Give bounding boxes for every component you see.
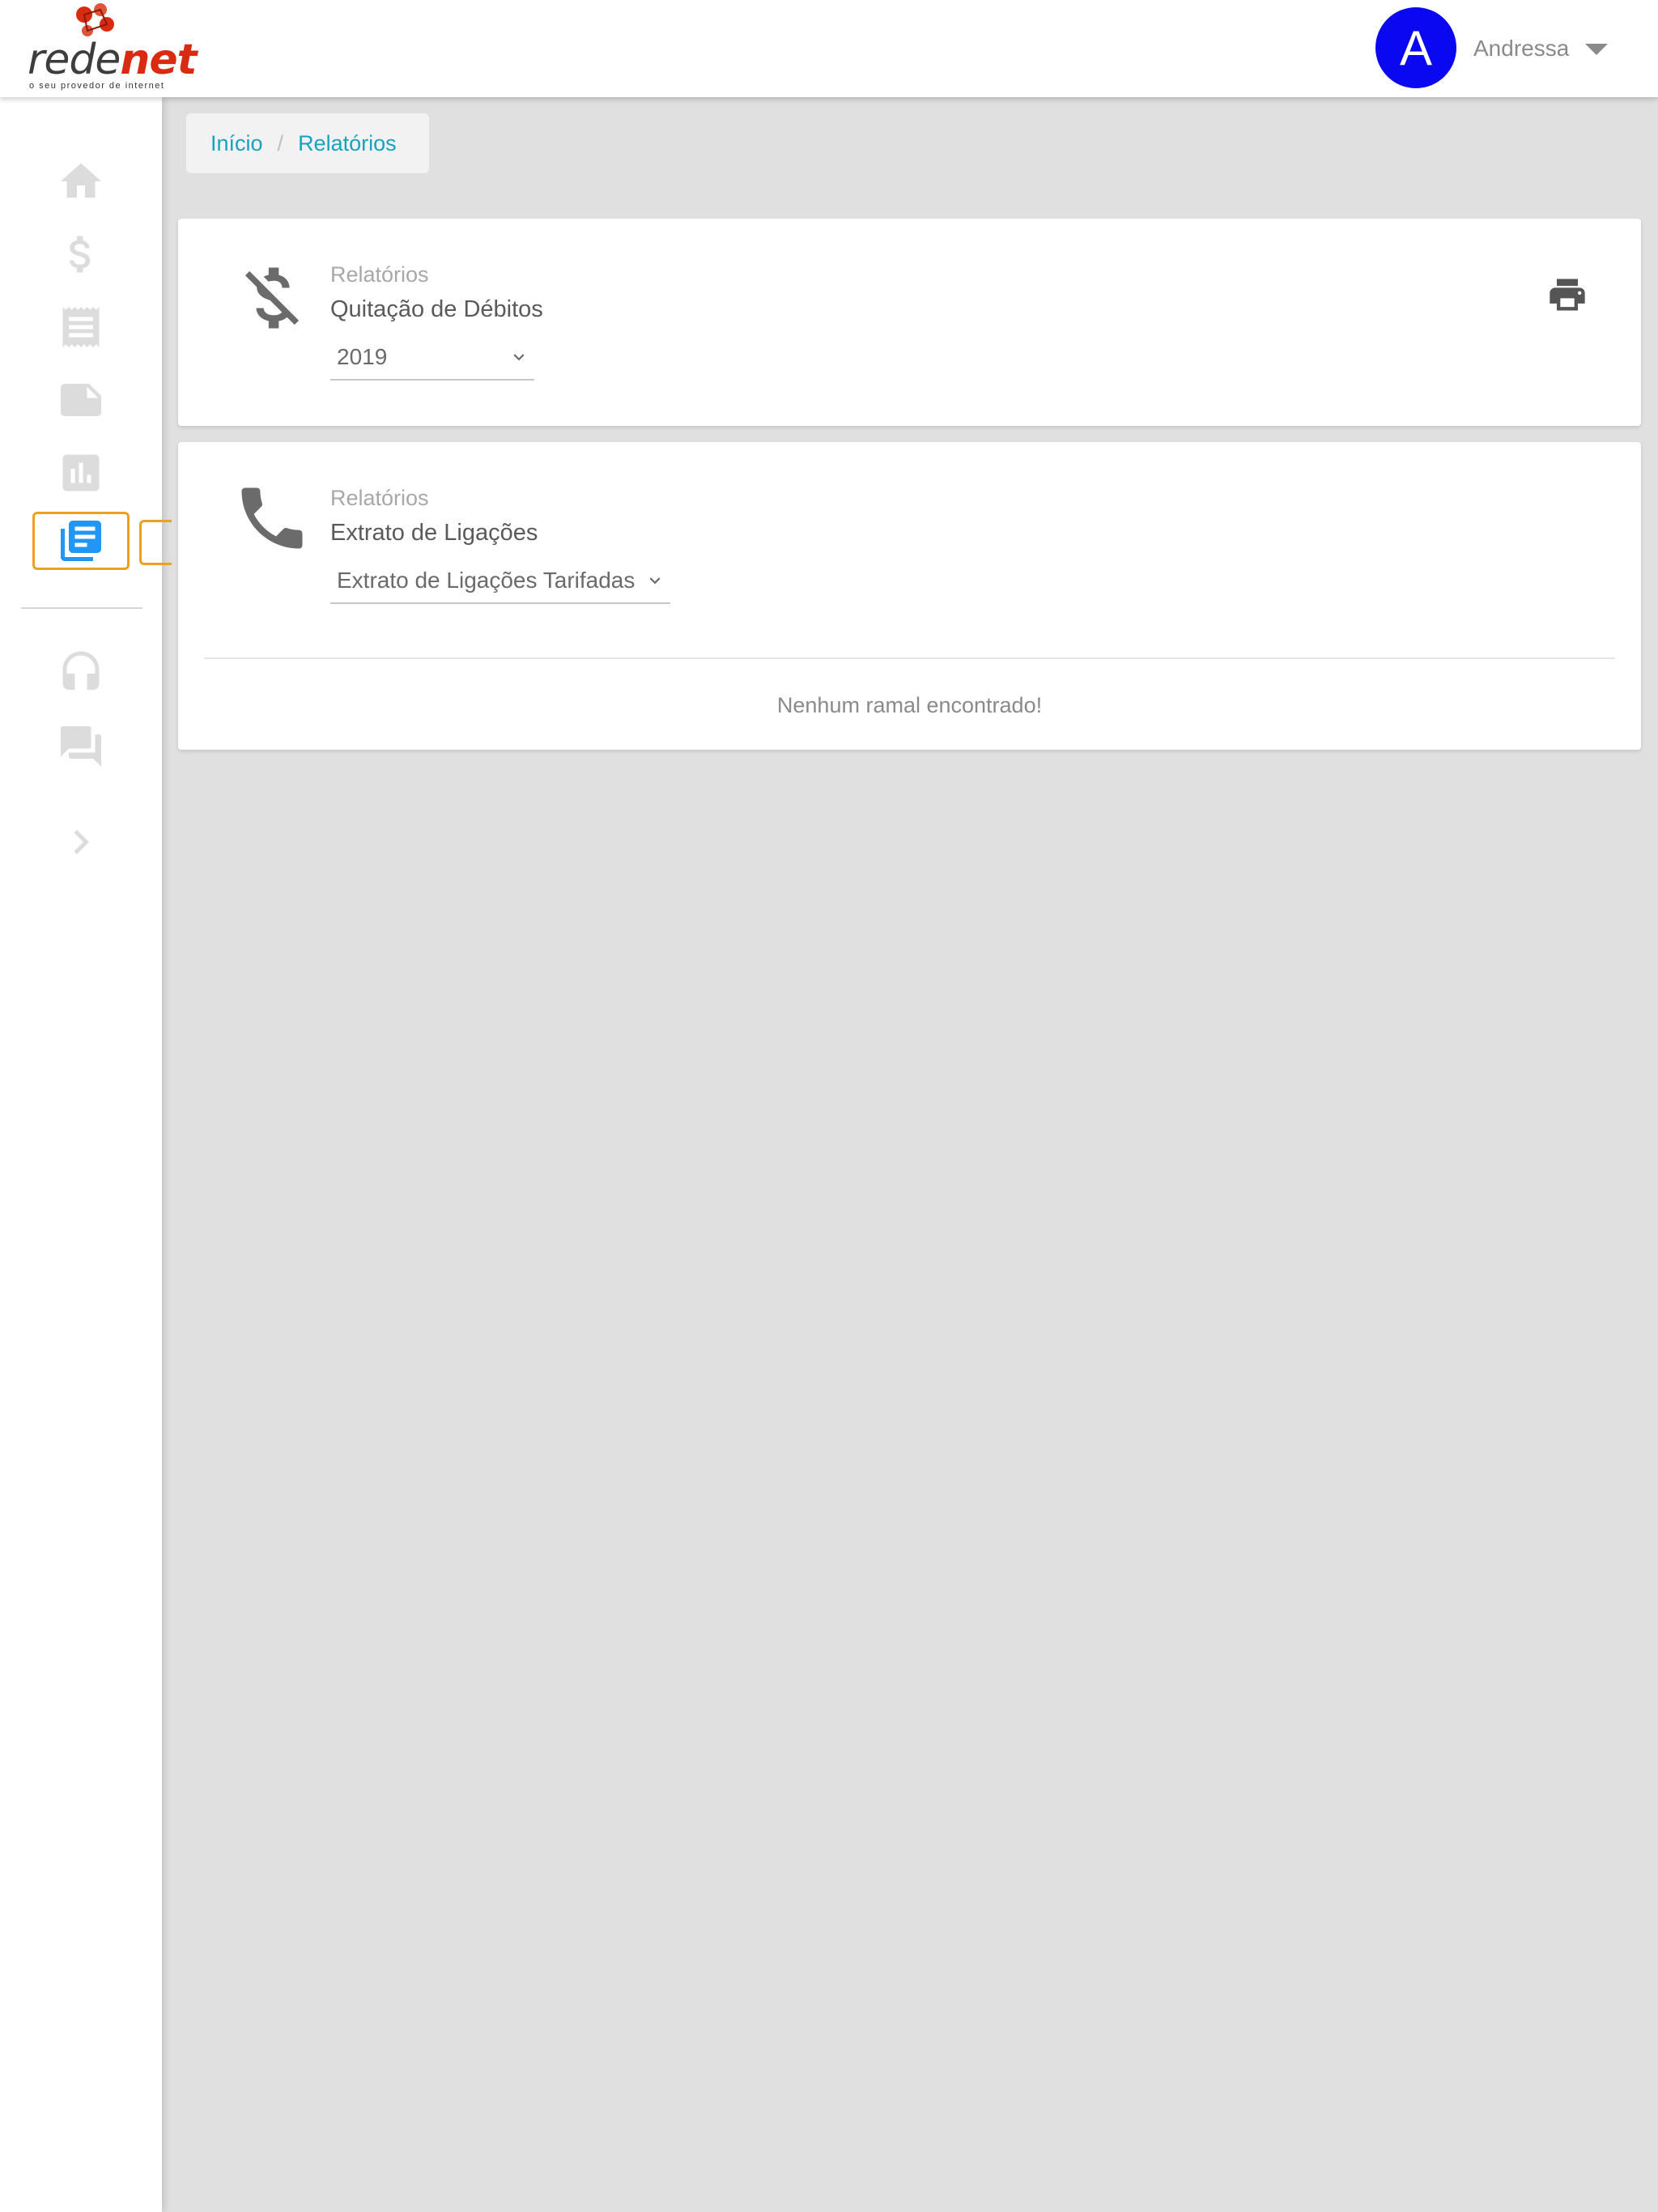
receipt-icon [62, 307, 100, 347]
card-category: Relatórios [330, 486, 429, 510]
sidebar-item-statistics[interactable] [32, 444, 130, 502]
card-divider [204, 657, 1615, 659]
report-card-call-statement: Relatórios Extrato de Ligações Extrato d… [178, 442, 1641, 750]
breadcrumb-current-link[interactable]: Relatórios [298, 131, 397, 156]
sidebar-item-support[interactable] [32, 644, 130, 703]
print-button[interactable] [1546, 274, 1588, 316]
money-off-icon [244, 267, 300, 329]
report-card-debt-settlement: Relatórios Quitação de Débitos 2019 [178, 219, 1641, 426]
card-title: Extrato de Ligações [330, 520, 538, 546]
logo-tagline: o seu provedor de internet [29, 81, 165, 91]
sidebar-item-reports[interactable] [32, 512, 130, 570]
home-icon [61, 163, 101, 198]
note-icon [61, 384, 101, 416]
print-icon [1550, 279, 1585, 311]
phone-icon [241, 487, 303, 549]
logo-mark-icon [76, 3, 114, 36]
sidebar-item-financial[interactable] [32, 225, 130, 283]
statement-type-select[interactable]: Extrato de Ligações Tarifadas [330, 559, 670, 604]
card-title: Quitação de Débitos [330, 296, 543, 322]
reports-icon [61, 521, 101, 561]
active-tab-indicator [139, 520, 172, 565]
redenet-logo[interactable]: redenet o seu provedor de internet [21, 0, 198, 96]
dollar-icon [69, 236, 91, 273]
chevron-down-icon [644, 570, 665, 591]
statement-type-select-value: Extrato de Ligações Tarifadas [337, 568, 636, 593]
bar-chart-icon [62, 454, 100, 491]
user-name[interactable]: Andressa [1473, 36, 1569, 62]
sidebar-item-messages[interactable] [32, 717, 130, 776]
logo-wordmark: redenet [28, 36, 198, 84]
chevron-right-icon [74, 830, 89, 854]
user-menu-caret-icon[interactable] [1585, 44, 1608, 55]
user-avatar[interactable]: A [1375, 7, 1456, 88]
card-icon-wrapper [232, 257, 312, 338]
card-category: Relatórios [330, 262, 429, 287]
sidebar-item-invoices[interactable] [32, 298, 130, 356]
empty-state-message: Nenhum ramal encontrado! [776, 693, 1043, 717]
breadcrumb-separator: / [277, 130, 284, 155]
card-icon-wrapper [232, 478, 312, 559]
forum-icon [61, 726, 101, 767]
breadcrumb-home-link[interactable]: Início [210, 131, 263, 156]
chevron-down-icon [508, 347, 529, 368]
sidebar-divider [21, 607, 142, 609]
sidebar [0, 97, 172, 2212]
top-header: redenet o seu provedor de internet A And… [0, 0, 1658, 97]
year-select[interactable]: 2019 [330, 335, 534, 381]
headset-icon [62, 651, 100, 690]
sidebar-expand-button[interactable] [32, 813, 130, 871]
sidebar-item-home[interactable] [32, 152, 130, 211]
sidebar-item-notes[interactable] [32, 371, 130, 429]
year-select-value: 2019 [337, 344, 388, 369]
breadcrumb: Início / Relatórios [186, 113, 429, 173]
